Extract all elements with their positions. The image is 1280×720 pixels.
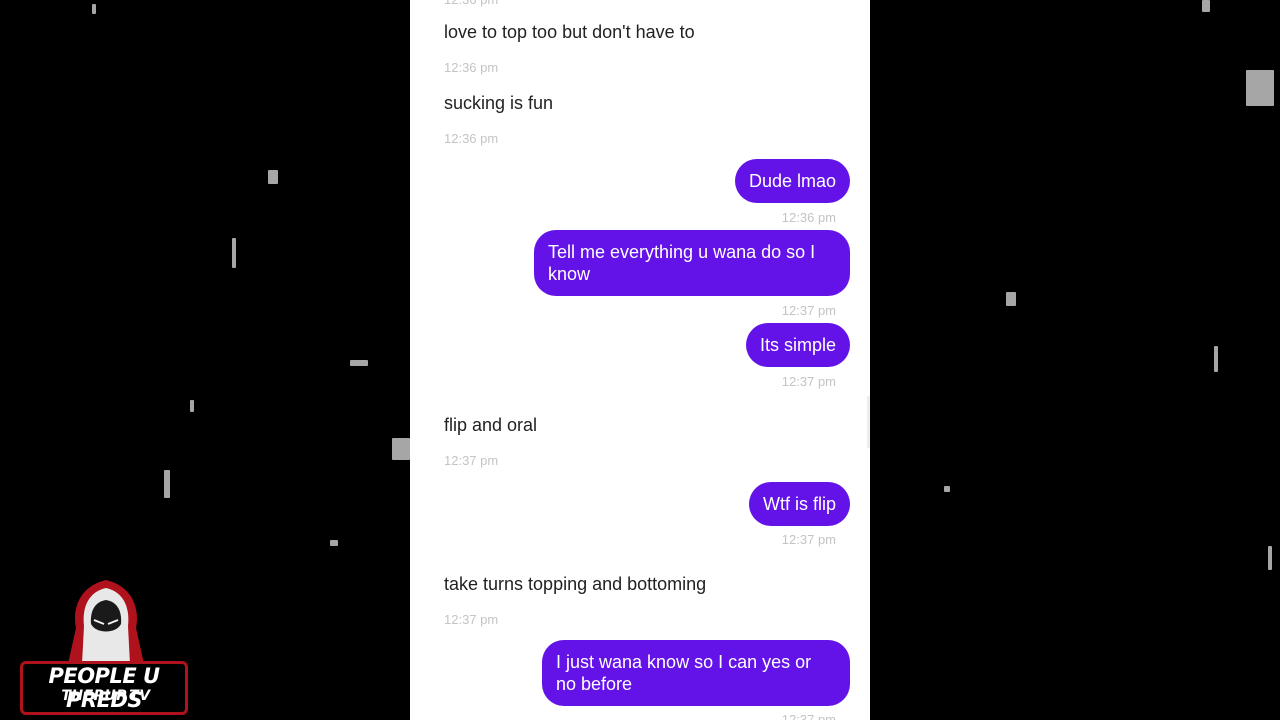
outgoing-message-bubble[interactable]: I just wana know so I can yes or no befo… [542, 640, 850, 706]
message-timestamp: 12:36 pm [444, 131, 499, 146]
watermark-logo: PEOPLE U PREDS THEPUP.TV [20, 578, 192, 715]
message-timestamp: 12:37 pm [781, 374, 836, 389]
incoming-message-text: take turns topping and bottoming [444, 574, 707, 594]
incoming-message-text: sucking is fun [444, 93, 554, 113]
chat-screen[interactable]: 12:36 pm love to top too but don't have … [410, 0, 870, 720]
message-timestamp: 12:37 pm [781, 303, 836, 318]
watermark-subtitle: THEPUP.TV [61, 688, 151, 704]
message-timestamp: 12:36 pm [444, 60, 499, 75]
message-timestamp: 12:36 pm [444, 0, 498, 8]
incoming-message-text: love to top too but don't have to [444, 22, 695, 42]
message-timestamp: 12:36 pm [781, 210, 836, 225]
message-timestamp: 12:37 pm [781, 532, 836, 547]
outgoing-message-bubble[interactable]: Its simple [745, 323, 850, 367]
outgoing-message-bubble[interactable]: Tell me everything u wana do so I know [534, 230, 850, 296]
message-timestamp: 12:37 pm [781, 712, 836, 720]
hooded-figure-icon [60, 580, 152, 668]
message-timestamp: 12:37 pm [444, 453, 499, 468]
scrollbar[interactable] [867, 396, 870, 448]
outgoing-message-bubble[interactable]: Dude lmao [734, 159, 850, 203]
incoming-message-text: flip and oral [444, 415, 538, 435]
message-timestamp: 12:37 pm [444, 612, 499, 627]
outgoing-message-bubble[interactable]: Wtf is flip [748, 482, 850, 526]
